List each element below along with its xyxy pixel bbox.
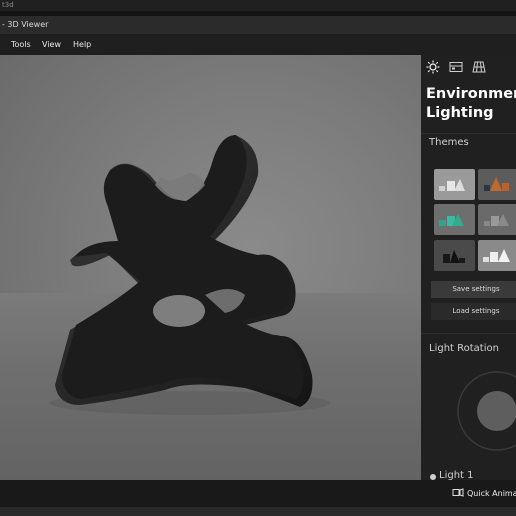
theme-light[interactable] bbox=[478, 240, 516, 271]
light-rotation-label: Light Rotation bbox=[429, 343, 499, 354]
bottom-strip bbox=[0, 507, 516, 516]
menu-bar: Tools View Help bbox=[0, 34, 516, 55]
side-panel: Environment & Lighting Themes Save setti… bbox=[421, 55, 516, 480]
quick-animation-icon bbox=[452, 488, 464, 497]
save-settings-button[interactable]: Save settings bbox=[431, 281, 516, 298]
theme-gray[interactable] bbox=[478, 204, 516, 235]
3d-viewport[interactable] bbox=[0, 55, 421, 480]
window-title: - 3D Viewer bbox=[2, 20, 49, 29]
quick-animation-button[interactable]: Quick Animation bbox=[467, 489, 516, 498]
status-bar bbox=[0, 480, 516, 507]
light-1-label: Light 1 bbox=[439, 470, 474, 480]
theme-teal[interactable] bbox=[434, 204, 475, 235]
menu-help[interactable]: Help bbox=[73, 34, 91, 55]
app-tag: t3d bbox=[2, 1, 14, 9]
load-settings-button[interactable]: Load settings bbox=[431, 303, 516, 320]
grid-icon[interactable] bbox=[472, 60, 486, 74]
light-1-icon bbox=[430, 474, 436, 480]
light-rotation-dial[interactable] bbox=[457, 368, 516, 456]
app-tag-strip: t3d bbox=[0, 0, 516, 11]
theme-dark[interactable] bbox=[434, 240, 475, 271]
theme-white[interactable] bbox=[434, 169, 475, 200]
3d-model[interactable] bbox=[0, 55, 421, 480]
divider bbox=[421, 333, 516, 334]
sun-icon[interactable] bbox=[426, 60, 440, 74]
title-bar: - 3D Viewer bbox=[0, 16, 516, 34]
menu-tools[interactable]: Tools bbox=[11, 34, 31, 55]
themes-label: Themes bbox=[429, 137, 469, 148]
environment-icon[interactable] bbox=[449, 60, 463, 74]
theme-warm[interactable] bbox=[478, 169, 516, 200]
menu-view[interactable]: View bbox=[42, 34, 61, 55]
panel-title: Environment & Lighting bbox=[426, 86, 516, 121]
divider bbox=[421, 133, 516, 134]
